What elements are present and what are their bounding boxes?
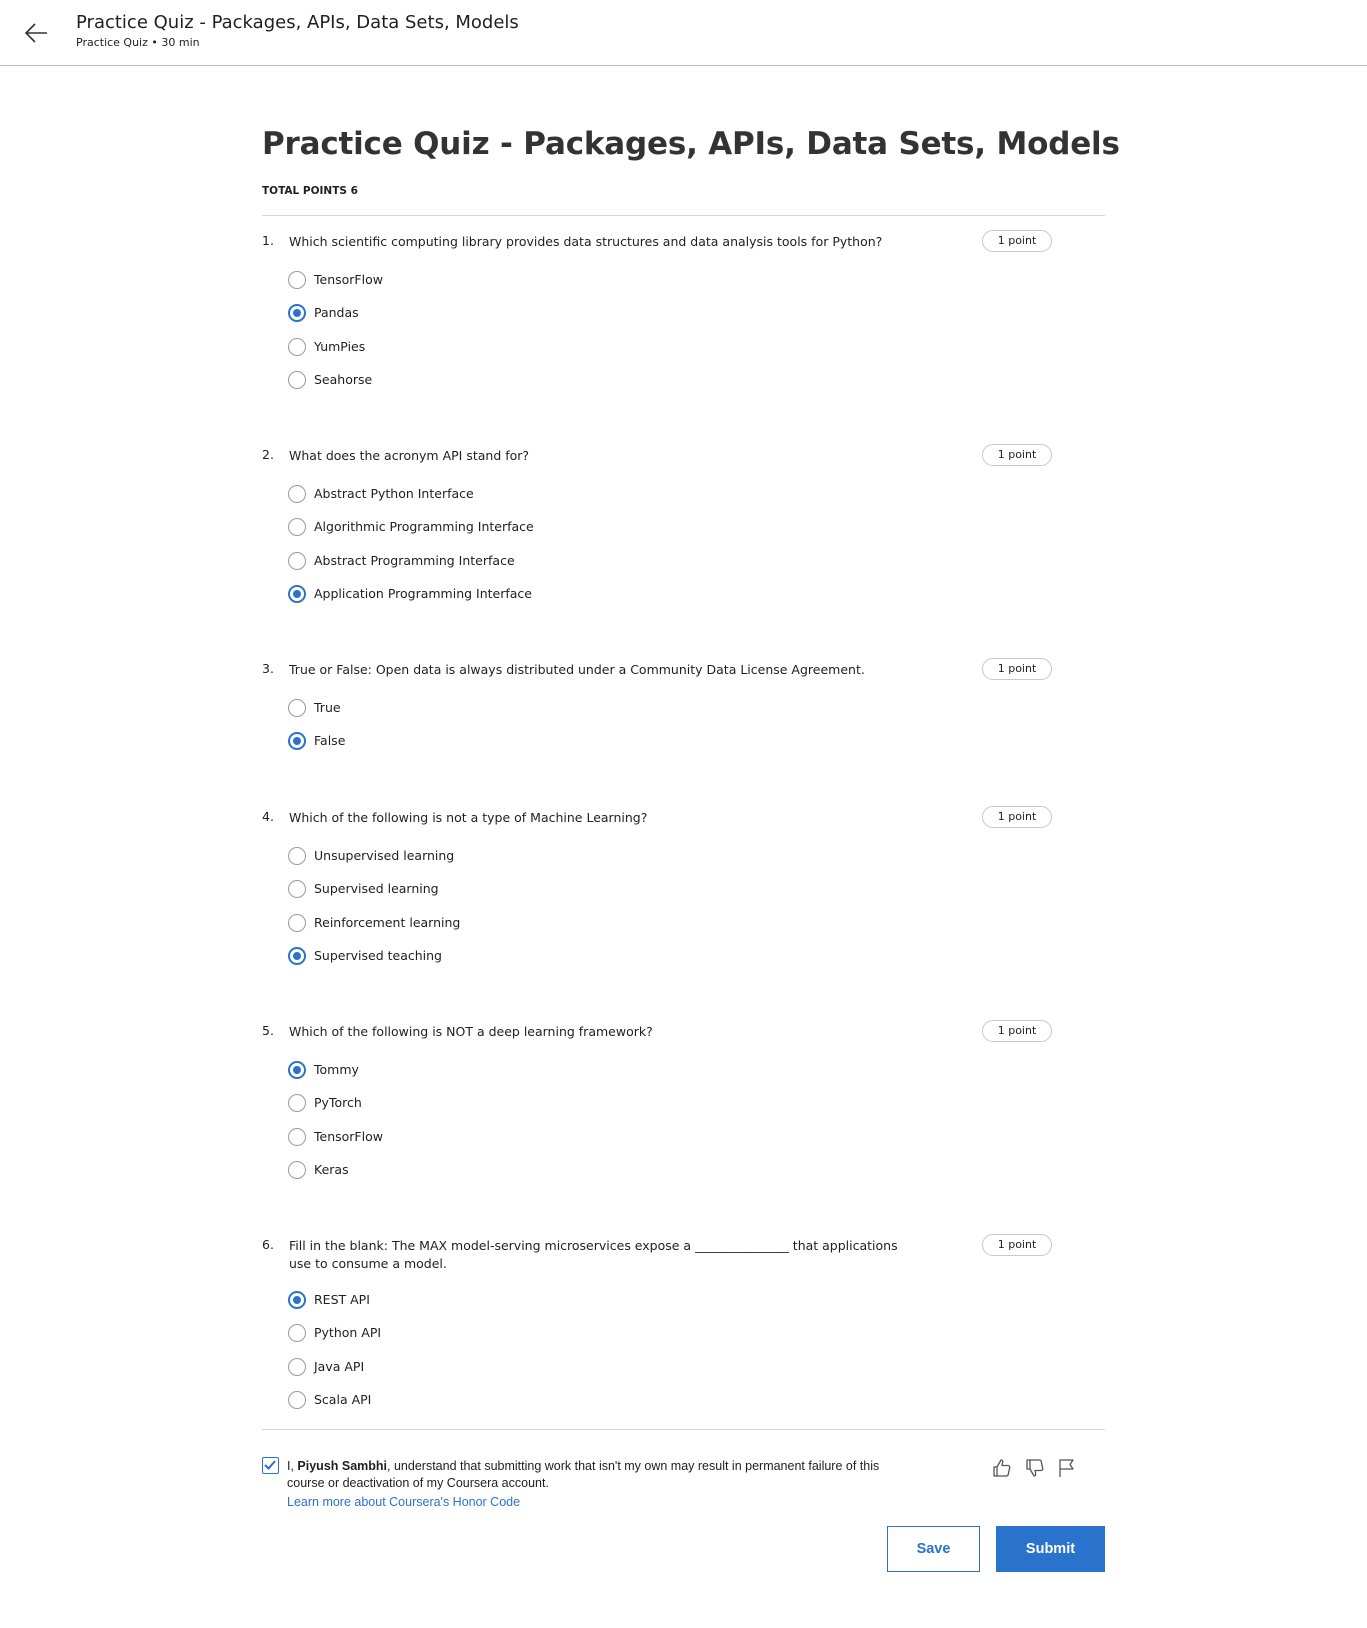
option-label: Unsupervised learning <box>314 848 455 863</box>
option-label: Reinforcement learning <box>314 915 461 930</box>
option-label: PyTorch <box>314 1095 362 1110</box>
option-label: Supervised learning <box>314 881 439 896</box>
option-label: Supervised teaching <box>314 948 442 963</box>
radio-button-selected[interactable] <box>288 732 306 750</box>
option-label: Pandas <box>314 305 359 320</box>
question-number: 2. <box>262 447 274 462</box>
radio-button[interactable] <box>288 371 306 389</box>
honor-code-checkbox[interactable] <box>262 1457 279 1474</box>
points-badge: 1 point <box>982 444 1052 466</box>
radio-button[interactable] <box>288 1161 306 1179</box>
back-button[interactable] <box>22 18 52 48</box>
radio-button[interactable] <box>288 914 306 932</box>
question-text: Which scientific computing library provi… <box>289 234 883 249</box>
header-title: Practice Quiz - Packages, APIs, Data Set… <box>76 12 519 33</box>
option-label: REST API <box>314 1292 370 1307</box>
option-label: Keras <box>314 1162 349 1177</box>
points-badge: 1 point <box>982 1234 1052 1256</box>
header-subtitle: Practice Quiz • 30 min <box>76 36 200 49</box>
question-number: 4. <box>262 809 274 824</box>
honor-prefix: I, <box>287 1459 298 1473</box>
thumbs-down-icon[interactable] <box>1024 1457 1046 1479</box>
thumbs-up-icon[interactable] <box>991 1457 1013 1479</box>
points-badge: 1 point <box>982 658 1052 680</box>
radio-button-selected[interactable] <box>288 1291 306 1309</box>
option-label: Seahorse <box>314 372 373 387</box>
radio-button[interactable] <box>288 1128 306 1146</box>
question-number: 5. <box>262 1023 274 1038</box>
flag-icon[interactable] <box>1056 1457 1078 1479</box>
question-text: Which of the following is not a type of … <box>289 810 648 825</box>
learner-name: Piyush Sambhi <box>297 1459 388 1473</box>
radio-button[interactable] <box>288 338 306 356</box>
divider <box>262 215 1105 216</box>
radio-button[interactable] <box>288 1391 306 1409</box>
radio-button[interactable] <box>288 485 306 503</box>
question-text: True or False: Open data is always distr… <box>289 662 865 677</box>
question-number: 1. <box>262 233 274 248</box>
arrow-left-icon <box>24 23 47 43</box>
save-button[interactable]: Save <box>887 1526 980 1572</box>
option-label: TensorFlow <box>314 272 383 287</box>
submit-button[interactable]: Submit <box>996 1526 1105 1572</box>
radio-button[interactable] <box>288 1324 306 1342</box>
radio-button[interactable] <box>288 1358 306 1376</box>
honor-code-link[interactable]: Learn more about Coursera's Honor Code <box>287 1495 520 1509</box>
option-label: Python API <box>314 1325 382 1340</box>
option-label: Abstract Python Interface <box>314 486 474 501</box>
radio-button[interactable] <box>288 518 306 536</box>
option-label: False <box>314 733 346 748</box>
question-number: 6. <box>262 1237 274 1252</box>
checkmark-icon <box>264 1460 276 1470</box>
top-bar: Practice Quiz - Packages, APIs, Data Set… <box>0 0 1367 66</box>
question-text: What does the acronym API stand for? <box>289 448 530 463</box>
radio-button[interactable] <box>288 1094 306 1112</box>
radio-button[interactable] <box>288 880 306 898</box>
option-label: TensorFlow <box>314 1129 383 1144</box>
radio-button[interactable] <box>288 847 306 865</box>
points-badge: 1 point <box>982 1020 1052 1042</box>
radio-button-selected[interactable] <box>288 304 306 322</box>
points-badge: 1 point <box>982 230 1052 252</box>
page-title: Practice Quiz - Packages, APIs, Data Set… <box>262 126 1120 162</box>
radio-button[interactable] <box>288 699 306 717</box>
radio-button-selected[interactable] <box>288 1061 306 1079</box>
option-label: True <box>314 700 341 715</box>
radio-button-selected[interactable] <box>288 585 306 603</box>
radio-button-selected[interactable] <box>288 947 306 965</box>
points-badge: 1 point <box>982 806 1052 828</box>
question-text: Fill in the blank: The MAX model-serving… <box>289 1238 898 1271</box>
question-number: 3. <box>262 661 274 676</box>
option-label: Application Programming Interface <box>314 586 532 601</box>
total-points: TOTAL POINTS 6 <box>262 185 358 197</box>
option-label: Scala API <box>314 1392 372 1407</box>
option-label: Algorithmic Programming Interface <box>314 519 534 534</box>
option-label: Abstract Programming Interface <box>314 553 515 568</box>
radio-button[interactable] <box>288 271 306 289</box>
radio-button[interactable] <box>288 552 306 570</box>
question-text: Which of the following is NOT a deep lea… <box>289 1024 653 1039</box>
divider <box>262 1429 1105 1430</box>
option-label: Tommy <box>314 1062 359 1077</box>
option-label: YumPies <box>314 339 366 354</box>
option-label: Java API <box>314 1359 365 1374</box>
honor-code-statement: I, Piyush Sambhi, understand that submit… <box>287 1458 897 1492</box>
